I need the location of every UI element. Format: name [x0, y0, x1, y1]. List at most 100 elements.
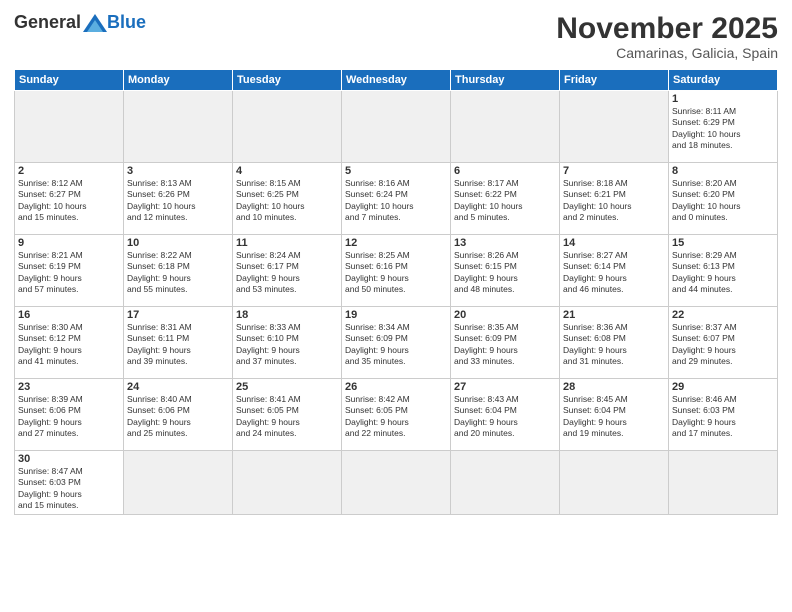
calendar-cell [342, 451, 451, 515]
day-info: Sunrise: 8:22 AMSunset: 6:18 PMDaylight:… [127, 250, 229, 296]
day-info: Sunrise: 8:15 AMSunset: 6:25 PMDaylight:… [236, 178, 338, 224]
day-info: Sunrise: 8:42 AMSunset: 6:05 PMDaylight:… [345, 394, 447, 440]
day-number: 22 [672, 309, 774, 321]
day-number: 15 [672, 237, 774, 249]
calendar-cell: 23Sunrise: 8:39 AMSunset: 6:06 PMDayligh… [15, 379, 124, 451]
day-info: Sunrise: 8:17 AMSunset: 6:22 PMDaylight:… [454, 178, 556, 224]
calendar-cell: 7Sunrise: 8:18 AMSunset: 6:21 PMDaylight… [560, 163, 669, 235]
logo: General Blue [14, 12, 146, 33]
day-info: Sunrise: 8:18 AMSunset: 6:21 PMDaylight:… [563, 178, 665, 224]
week-row-6: 30Sunrise: 8:47 AMSunset: 6:03 PMDayligh… [15, 451, 778, 515]
calendar-cell [451, 91, 560, 163]
day-info: Sunrise: 8:21 AMSunset: 6:19 PMDaylight:… [18, 250, 120, 296]
day-number: 8 [672, 165, 774, 177]
calendar-cell [15, 91, 124, 163]
calendar-cell [560, 451, 669, 515]
day-number: 2 [18, 165, 120, 177]
day-number: 26 [345, 381, 447, 393]
day-info: Sunrise: 8:11 AMSunset: 6:29 PMDaylight:… [672, 106, 774, 152]
day-info: Sunrise: 8:29 AMSunset: 6:13 PMDaylight:… [672, 250, 774, 296]
day-info: Sunrise: 8:25 AMSunset: 6:16 PMDaylight:… [345, 250, 447, 296]
day-number: 13 [454, 237, 556, 249]
logo-general-text: General [14, 12, 81, 33]
weekday-thursday: Thursday [451, 70, 560, 91]
calendar-cell: 26Sunrise: 8:42 AMSunset: 6:05 PMDayligh… [342, 379, 451, 451]
day-number: 5 [345, 165, 447, 177]
week-row-5: 23Sunrise: 8:39 AMSunset: 6:06 PMDayligh… [15, 379, 778, 451]
day-number: 21 [563, 309, 665, 321]
day-info: Sunrise: 8:40 AMSunset: 6:06 PMDaylight:… [127, 394, 229, 440]
calendar-cell: 15Sunrise: 8:29 AMSunset: 6:13 PMDayligh… [669, 235, 778, 307]
calendar-cell: 20Sunrise: 8:35 AMSunset: 6:09 PMDayligh… [451, 307, 560, 379]
day-number: 1 [672, 93, 774, 105]
calendar-cell: 22Sunrise: 8:37 AMSunset: 6:07 PMDayligh… [669, 307, 778, 379]
calendar-cell: 3Sunrise: 8:13 AMSunset: 6:26 PMDaylight… [124, 163, 233, 235]
logo-blue-text: Blue [107, 12, 146, 33]
calendar-cell: 4Sunrise: 8:15 AMSunset: 6:25 PMDaylight… [233, 163, 342, 235]
day-number: 12 [345, 237, 447, 249]
header: General Blue November 2025 Camarinas, Ga… [14, 12, 778, 61]
weekday-header-row: SundayMondayTuesdayWednesdayThursdayFrid… [15, 70, 778, 91]
page: General Blue November 2025 Camarinas, Ga… [0, 0, 792, 612]
day-number: 24 [127, 381, 229, 393]
calendar-cell: 18Sunrise: 8:33 AMSunset: 6:10 PMDayligh… [233, 307, 342, 379]
month-title: November 2025 [556, 12, 778, 45]
day-number: 25 [236, 381, 338, 393]
calendar-cell: 12Sunrise: 8:25 AMSunset: 6:16 PMDayligh… [342, 235, 451, 307]
calendar-cell: 11Sunrise: 8:24 AMSunset: 6:17 PMDayligh… [233, 235, 342, 307]
calendar-cell: 28Sunrise: 8:45 AMSunset: 6:04 PMDayligh… [560, 379, 669, 451]
calendar-cell: 9Sunrise: 8:21 AMSunset: 6:19 PMDaylight… [15, 235, 124, 307]
day-number: 19 [345, 309, 447, 321]
calendar-cell [124, 91, 233, 163]
day-info: Sunrise: 8:41 AMSunset: 6:05 PMDaylight:… [236, 394, 338, 440]
weekday-wednesday: Wednesday [342, 70, 451, 91]
day-number: 6 [454, 165, 556, 177]
day-info: Sunrise: 8:47 AMSunset: 6:03 PMDaylight:… [18, 466, 120, 512]
calendar-cell: 29Sunrise: 8:46 AMSunset: 6:03 PMDayligh… [669, 379, 778, 451]
day-number: 14 [563, 237, 665, 249]
day-info: Sunrise: 8:45 AMSunset: 6:04 PMDaylight:… [563, 394, 665, 440]
day-number: 27 [454, 381, 556, 393]
week-row-3: 9Sunrise: 8:21 AMSunset: 6:19 PMDaylight… [15, 235, 778, 307]
week-row-2: 2Sunrise: 8:12 AMSunset: 6:27 PMDaylight… [15, 163, 778, 235]
weekday-sunday: Sunday [15, 70, 124, 91]
calendar-cell: 17Sunrise: 8:31 AMSunset: 6:11 PMDayligh… [124, 307, 233, 379]
day-number: 16 [18, 309, 120, 321]
week-row-4: 16Sunrise: 8:30 AMSunset: 6:12 PMDayligh… [15, 307, 778, 379]
calendar-cell: 5Sunrise: 8:16 AMSunset: 6:24 PMDaylight… [342, 163, 451, 235]
calendar-cell: 14Sunrise: 8:27 AMSunset: 6:14 PMDayligh… [560, 235, 669, 307]
day-number: 4 [236, 165, 338, 177]
day-info: Sunrise: 8:33 AMSunset: 6:10 PMDaylight:… [236, 322, 338, 368]
day-number: 23 [18, 381, 120, 393]
calendar-cell [560, 91, 669, 163]
calendar-cell: 21Sunrise: 8:36 AMSunset: 6:08 PMDayligh… [560, 307, 669, 379]
day-number: 28 [563, 381, 665, 393]
weekday-tuesday: Tuesday [233, 70, 342, 91]
day-info: Sunrise: 8:26 AMSunset: 6:15 PMDaylight:… [454, 250, 556, 296]
calendar-cell: 25Sunrise: 8:41 AMSunset: 6:05 PMDayligh… [233, 379, 342, 451]
week-row-1: 1Sunrise: 8:11 AMSunset: 6:29 PMDaylight… [15, 91, 778, 163]
day-number: 20 [454, 309, 556, 321]
day-number: 17 [127, 309, 229, 321]
day-number: 11 [236, 237, 338, 249]
logo-icon [83, 14, 107, 32]
calendar-cell: 27Sunrise: 8:43 AMSunset: 6:04 PMDayligh… [451, 379, 560, 451]
day-info: Sunrise: 8:30 AMSunset: 6:12 PMDaylight:… [18, 322, 120, 368]
calendar-cell: 13Sunrise: 8:26 AMSunset: 6:15 PMDayligh… [451, 235, 560, 307]
calendar-cell: 30Sunrise: 8:47 AMSunset: 6:03 PMDayligh… [15, 451, 124, 515]
calendar-cell [233, 451, 342, 515]
day-info: Sunrise: 8:31 AMSunset: 6:11 PMDaylight:… [127, 322, 229, 368]
day-info: Sunrise: 8:13 AMSunset: 6:26 PMDaylight:… [127, 178, 229, 224]
day-info: Sunrise: 8:12 AMSunset: 6:27 PMDaylight:… [18, 178, 120, 224]
weekday-monday: Monday [124, 70, 233, 91]
calendar-cell: 10Sunrise: 8:22 AMSunset: 6:18 PMDayligh… [124, 235, 233, 307]
day-info: Sunrise: 8:43 AMSunset: 6:04 PMDaylight:… [454, 394, 556, 440]
day-info: Sunrise: 8:20 AMSunset: 6:20 PMDaylight:… [672, 178, 774, 224]
calendar-cell [669, 451, 778, 515]
weekday-saturday: Saturday [669, 70, 778, 91]
calendar: SundayMondayTuesdayWednesdayThursdayFrid… [14, 69, 778, 515]
calendar-cell: 19Sunrise: 8:34 AMSunset: 6:09 PMDayligh… [342, 307, 451, 379]
calendar-cell: 24Sunrise: 8:40 AMSunset: 6:06 PMDayligh… [124, 379, 233, 451]
day-info: Sunrise: 8:16 AMSunset: 6:24 PMDaylight:… [345, 178, 447, 224]
day-number: 30 [18, 453, 120, 465]
